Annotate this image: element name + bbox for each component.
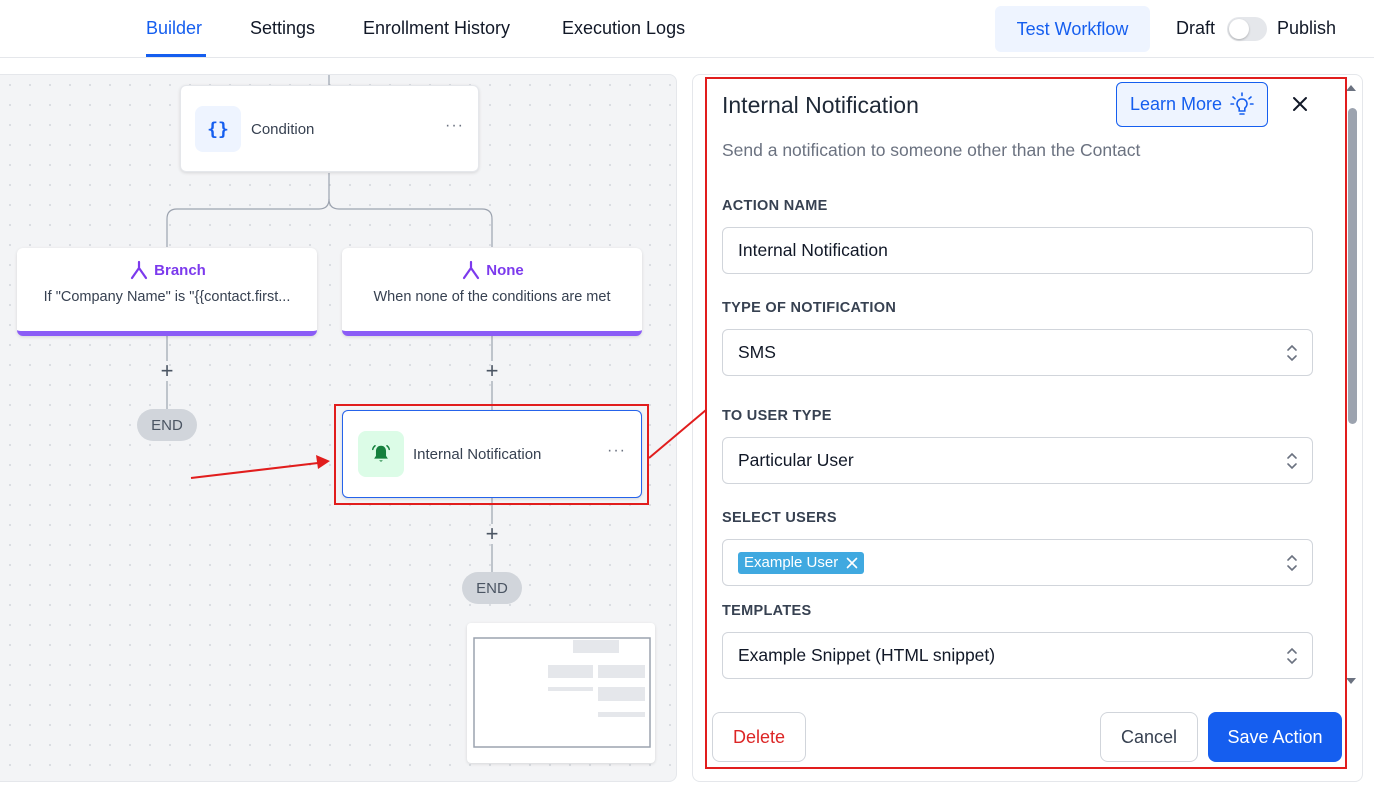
templates-select[interactable]: Example Snippet (HTML snippet) xyxy=(722,632,1313,679)
publish-toggle[interactable] xyxy=(1227,17,1267,41)
user-type-label: TO USER TYPE xyxy=(722,408,832,424)
end-node: END xyxy=(462,572,522,604)
scrollbar-thumb[interactable] xyxy=(1348,108,1357,424)
user-type-value: Particular User xyxy=(738,450,854,470)
add-step-button[interactable]: + xyxy=(482,523,502,545)
save-action-button[interactable]: Save Action xyxy=(1208,712,1342,762)
split-icon xyxy=(463,260,480,280)
condition-node-title: Condition xyxy=(251,121,315,138)
selected-user-chip: Example User xyxy=(738,551,865,574)
notification-type-select[interactable]: SMS xyxy=(722,329,1313,376)
select-users-multiselect[interactable]: Example User xyxy=(722,539,1313,586)
lightbulb-icon xyxy=(1230,91,1254,115)
toggle-knob xyxy=(1229,19,1249,39)
publish-label: Publish xyxy=(1277,18,1337,38)
workflow-canvas[interactable]: {} Condition ··· Branch If "Company Name… xyxy=(0,74,677,782)
draft-label: Draft xyxy=(1176,18,1216,38)
end-node: END xyxy=(137,409,197,441)
close-panel-button[interactable] xyxy=(1288,92,1312,116)
panel-subtitle: Send a notification to someone other tha… xyxy=(722,140,1141,160)
select-arrows-icon xyxy=(1287,554,1297,572)
canvas-minimap[interactable] xyxy=(467,623,655,763)
top-navigation-bar: Builder Settings Enrollment History Exec… xyxy=(0,0,1374,58)
none-branch-name: None xyxy=(486,261,524,279)
condition-node-menu-icon[interactable]: ··· xyxy=(445,117,464,135)
notification-type-label: TYPE OF NOTIFICATION xyxy=(722,300,897,316)
action-name-value: Internal Notification xyxy=(738,240,888,260)
test-workflow-button[interactable]: Test Workflow xyxy=(995,6,1150,52)
none-branch-description: When none of the conditions are met xyxy=(373,289,611,305)
action-name-label: ACTION NAME xyxy=(722,198,828,214)
bell-icon xyxy=(358,431,404,477)
none-branch-card[interactable]: None When none of the conditions are met xyxy=(342,248,642,336)
select-arrows-icon xyxy=(1287,647,1297,665)
templates-value: Example Snippet (HTML snippet) xyxy=(738,645,996,665)
minimap-preview xyxy=(473,637,651,748)
selected-user-name: Example User xyxy=(744,554,839,571)
split-icon xyxy=(131,260,148,280)
learn-more-button[interactable]: Learn More xyxy=(1116,82,1268,127)
internal-notification-node[interactable]: Internal Notification ··· xyxy=(342,410,642,498)
active-tab-indicator xyxy=(146,54,206,57)
add-step-button[interactable]: + xyxy=(157,360,177,382)
select-arrows-icon xyxy=(1287,452,1297,470)
select-users-label: SELECT USERS xyxy=(722,510,837,526)
branch-name: Branch xyxy=(154,261,206,279)
branch-card[interactable]: Branch If "Company Name" is "{{contact.f… xyxy=(17,248,317,336)
select-arrows-icon xyxy=(1287,344,1297,362)
tab-execution-logs[interactable]: Execution Logs xyxy=(562,18,685,39)
tab-settings[interactable]: Settings xyxy=(250,18,315,39)
braces-icon: {} xyxy=(195,106,241,152)
templates-label: TEMPLATES xyxy=(722,603,812,619)
close-icon xyxy=(1293,97,1307,111)
internal-notification-node-title: Internal Notification xyxy=(413,446,542,463)
delete-button[interactable]: Delete xyxy=(712,712,806,762)
panel-title: Internal Notification xyxy=(722,92,919,118)
action-name-input[interactable]: Internal Notification xyxy=(722,227,1313,274)
tab-enrollment-history[interactable]: Enrollment History xyxy=(363,18,510,39)
tab-builder[interactable]: Builder xyxy=(146,18,202,39)
branch-description: If "Company Name" is "{{contact.first... xyxy=(43,289,291,305)
condition-node[interactable]: {} Condition ··· xyxy=(180,85,479,172)
user-type-select[interactable]: Particular User xyxy=(722,437,1313,484)
remove-chip-icon[interactable] xyxy=(846,557,858,569)
cancel-button[interactable]: Cancel xyxy=(1100,712,1198,762)
add-step-button[interactable]: + xyxy=(482,360,502,382)
notification-type-value: SMS xyxy=(738,342,776,362)
internal-notification-node-menu-icon[interactable]: ··· xyxy=(607,442,626,460)
learn-more-label: Learn More xyxy=(1129,94,1223,114)
